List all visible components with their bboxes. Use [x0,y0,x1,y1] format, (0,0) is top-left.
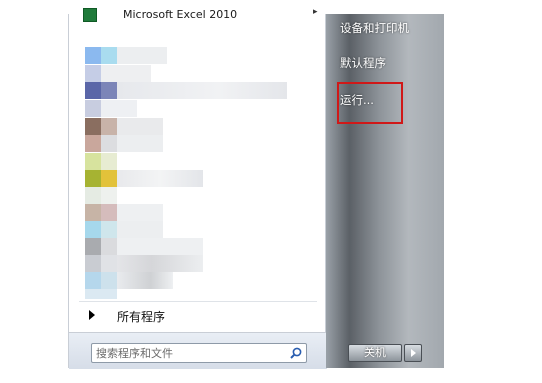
program-item-excel[interactable]: Microsoft Excel 2010 ▸ [77,7,318,24]
arrow-right-icon [411,349,416,357]
program-icon-blurred-part [101,187,117,204]
program-icon-blurred-part [101,153,117,170]
program-icon-blurred [85,238,101,255]
program-icon-blurred [85,135,101,152]
shutdown-group: 关机 [348,344,422,362]
program-label-blurred [117,118,163,135]
program-label-blurred [117,47,167,64]
program-label-blurred [117,221,163,238]
program-icon-blurred-part [101,170,117,187]
program-icon-blurred-part [101,221,117,238]
search-area [69,332,327,369]
triangle-right-icon [89,310,95,320]
program-item-blurred-1[interactable] [85,47,169,64]
program-icon-blurred [85,272,101,289]
shutdown-button[interactable]: 关机 [348,344,402,362]
magnifier-icon[interactable] [290,347,302,359]
program-icon-blurred-part [101,135,117,152]
start-menu-programs-pane: Microsoft Excel 2010 ▸ 所有程序 搜索程序和文件 [68,7,327,369]
program-icon-blurred-part [101,118,117,135]
program-item-blurred-13[interactable] [85,255,205,272]
program-icon-blurred-part [101,238,117,255]
program-icon-blurred [85,255,101,272]
program-item-blurred-7[interactable] [85,153,145,170]
start-menu-links-pane: 设备和打印机 默认程序 运行... 关机 [326,14,444,368]
program-item-blurred-9[interactable] [85,187,125,204]
program-icon-blurred [85,221,101,238]
program-icon-blurred [85,47,101,64]
program-icon-blurred [85,289,117,299]
devices-and-printers-link[interactable]: 设备和打印机 [340,20,409,36]
program-icon-blurred [85,153,101,170]
highlight-box [337,82,403,124]
program-item-blurred-11[interactable] [85,221,165,238]
start-menu: Microsoft Excel 2010 ▸ 所有程序 搜索程序和文件 设备和打… [68,7,444,369]
program-icon-blurred-part [101,272,117,289]
program-label-blurred [117,204,163,221]
program-icon-blurred-part [101,255,117,272]
program-label: Microsoft Excel 2010 [123,8,238,21]
program-item-blurred-10[interactable] [85,204,165,221]
program-icon-blurred [85,118,101,135]
shutdown-options-button[interactable] [404,344,422,362]
program-label-blurred [117,255,203,272]
search-input[interactable] [96,345,282,361]
program-item-blurred-2[interactable] [85,65,155,82]
excel-icon [83,8,97,22]
program-label-blurred [117,272,173,289]
program-icon-blurred-part [101,82,117,99]
program-icon-blurred-part [101,47,117,64]
program-icon-blurred-part [101,204,117,221]
program-item-blurred-15[interactable] [85,289,145,299]
program-label-blurred [101,65,151,82]
program-icon-blurred [85,100,101,117]
all-programs-label: 所有程序 [117,310,166,324]
default-programs-link[interactable]: 默认程序 [340,55,386,71]
program-icon-blurred [85,170,101,187]
program-label-blurred [117,135,163,152]
program-item-blurred-3[interactable] [85,82,287,99]
program-item-blurred-4[interactable] [85,100,145,117]
program-item-blurred-5[interactable] [85,118,165,135]
jumplist-arrow-icon[interactable]: ▸ [313,7,318,17]
program-item-blurred-8[interactable] [85,170,205,187]
program-icon-blurred [85,204,101,221]
program-icon-blurred [85,82,101,99]
program-item-blurred-14[interactable] [85,272,175,289]
menu-separator [79,301,317,302]
run-link[interactable]: 运行... [337,82,403,124]
program-label-blurred [117,82,287,99]
program-item-blurred-6[interactable] [85,135,165,152]
program-label-blurred [101,100,137,117]
all-programs-button[interactable]: 所有程序 [77,305,317,327]
program-icon-blurred [85,65,101,82]
program-label-blurred [117,170,203,187]
program-item-blurred-12[interactable] [85,238,205,255]
search-box[interactable] [91,343,307,363]
program-label-blurred [117,238,203,255]
program-icon-blurred [85,187,101,204]
